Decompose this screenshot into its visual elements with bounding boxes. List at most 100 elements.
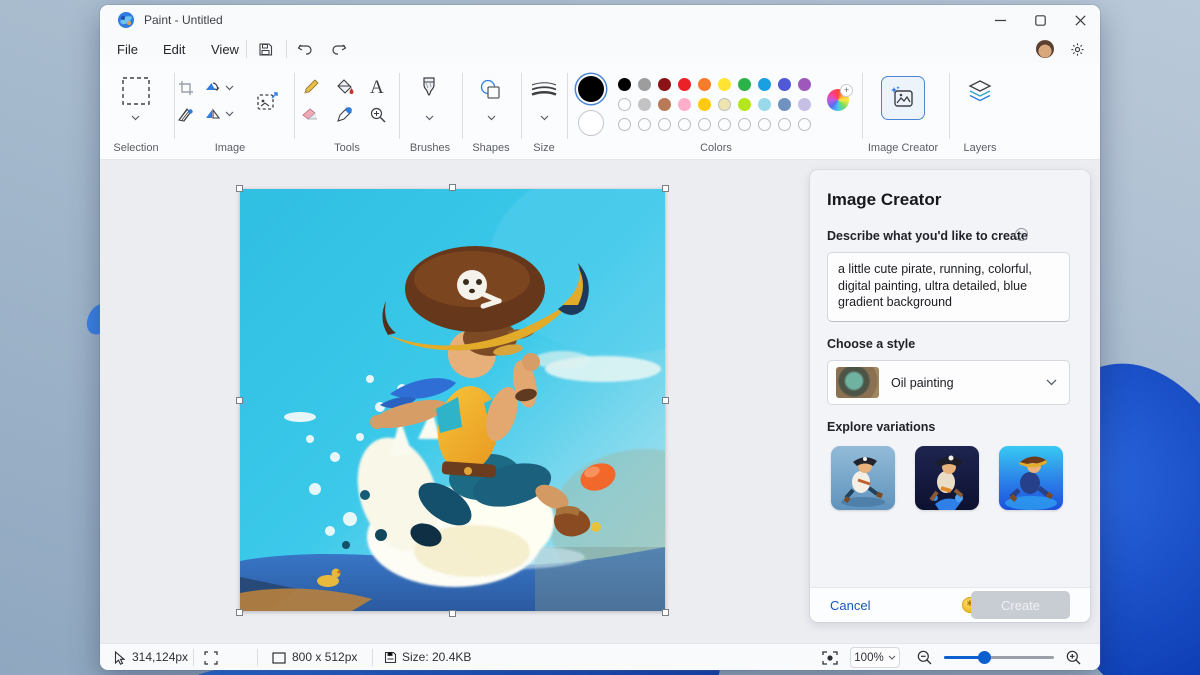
group-label-brushes: Brushes xyxy=(409,142,451,154)
zoom-level-dropdown[interactable]: 100% xyxy=(850,647,900,668)
color-swatch[interactable] xyxy=(678,98,691,111)
color-swatch[interactable] xyxy=(638,78,651,91)
color-swatch-empty[interactable] xyxy=(698,118,711,131)
selection-handle[interactable] xyxy=(236,185,243,192)
selection-handle[interactable] xyxy=(662,397,669,404)
cancel-button[interactable]: Cancel xyxy=(830,598,870,613)
variation-thumbnail-1[interactable] xyxy=(831,446,895,510)
style-dropdown[interactable]: Oil painting xyxy=(827,360,1070,405)
zoom-level-value: 100% xyxy=(854,651,884,664)
image-creator-button[interactable] xyxy=(881,76,925,120)
zoom-out-icon[interactable] xyxy=(917,650,932,665)
color-swatch[interactable] xyxy=(758,98,771,111)
selection-handle[interactable] xyxy=(236,609,243,616)
prompt-input[interactable]: a little cute pirate, running, colorful,… xyxy=(827,252,1070,322)
color-swatch-empty[interactable] xyxy=(778,118,791,131)
color-swatch-empty[interactable] xyxy=(718,118,731,131)
color-swatch[interactable] xyxy=(618,78,631,91)
color-swatch[interactable] xyxy=(658,78,671,91)
color-swatch-empty[interactable] xyxy=(658,118,671,131)
color-swatch[interactable] xyxy=(778,78,791,91)
color-swatch[interactable] xyxy=(778,98,791,111)
color-swatch[interactable] xyxy=(738,78,751,91)
size-chevron[interactable] xyxy=(540,115,549,121)
rotate-icon[interactable] xyxy=(204,80,221,95)
color-swatch-empty[interactable] xyxy=(638,118,651,131)
image-creator-panel: Image Creator Describe what you'd like t… xyxy=(810,170,1090,622)
settings-gear-icon[interactable] xyxy=(1066,39,1088,59)
eyedropper-tool-icon[interactable] xyxy=(336,106,353,123)
rotate-chevron[interactable] xyxy=(225,85,234,91)
variation-thumbnail-3[interactable] xyxy=(999,446,1063,510)
fill-tool-icon[interactable] xyxy=(336,78,355,96)
menu-view[interactable]: View xyxy=(207,40,243,59)
edit-colors-wheel-icon[interactable] xyxy=(827,84,853,111)
zoom-slider[interactable] xyxy=(944,651,1054,664)
size-icon[interactable] xyxy=(531,81,557,99)
shapes-icon[interactable] xyxy=(479,79,503,101)
background-removal-icon[interactable] xyxy=(178,107,195,122)
selection-handle[interactable] xyxy=(236,397,243,404)
color-swatch-empty[interactable] xyxy=(678,118,691,131)
account-avatar[interactable] xyxy=(1036,40,1054,58)
create-button[interactable]: Create xyxy=(971,591,1070,619)
pirate-artwork xyxy=(240,164,750,611)
fit-to-screen-icon[interactable] xyxy=(822,651,838,665)
maximize-button[interactable] xyxy=(1020,5,1060,35)
color-swatch[interactable] xyxy=(798,98,811,111)
color-swatch-empty[interactable] xyxy=(618,118,631,131)
minimize-button[interactable] xyxy=(980,5,1020,35)
selection-handle[interactable] xyxy=(662,609,669,616)
text-tool-icon[interactable]: A xyxy=(370,77,384,99)
panel-footer: Cancel 24 Create xyxy=(810,587,1090,622)
selection-handle[interactable] xyxy=(662,185,669,192)
color-swatch[interactable] xyxy=(758,78,771,91)
color-swatch[interactable] xyxy=(798,78,811,91)
resize-icon[interactable] xyxy=(256,91,280,113)
magnifier-tool-icon[interactable] xyxy=(370,107,386,123)
menu-edit[interactable]: Edit xyxy=(159,40,189,59)
flip-chevron[interactable] xyxy=(225,111,234,117)
color-swatch[interactable] xyxy=(738,98,751,111)
style-label: Choose a style xyxy=(827,337,916,351)
zoom-in-icon[interactable] xyxy=(1066,650,1081,665)
color-swatch[interactable] xyxy=(638,98,651,111)
eraser-tool-icon[interactable] xyxy=(302,107,320,122)
prompt-label: Describe what you'd like to create xyxy=(827,229,1028,243)
brushes-icon[interactable] xyxy=(419,76,439,102)
save-icon[interactable] xyxy=(254,39,276,59)
selection-handle[interactable] xyxy=(449,610,456,617)
group-label-tools: Tools xyxy=(334,142,360,154)
close-button[interactable] xyxy=(1060,5,1100,35)
layers-icon[interactable] xyxy=(967,79,993,103)
pencil-tool-icon[interactable] xyxy=(302,78,320,96)
zoom-slider-thumb[interactable] xyxy=(978,651,991,664)
color-swatch-empty[interactable] xyxy=(738,118,751,131)
crop-icon[interactable] xyxy=(178,80,194,96)
flip-icon[interactable] xyxy=(204,107,221,121)
info-icon[interactable]: i xyxy=(1015,228,1028,241)
canvas[interactable] xyxy=(240,164,750,611)
undo-icon[interactable] xyxy=(294,39,316,59)
color-swatch-empty[interactable] xyxy=(798,118,811,131)
menubar: File Edit View xyxy=(100,35,1100,63)
color-swatch[interactable] xyxy=(718,98,731,111)
color-swatch[interactable] xyxy=(658,98,671,111)
selection-handle[interactable] xyxy=(449,184,456,191)
secondary-color-swatch[interactable] xyxy=(578,110,604,136)
cursor-position-icon xyxy=(114,651,125,665)
selection-dropdown-chevron[interactable] xyxy=(131,115,140,121)
color-swatch[interactable] xyxy=(618,98,631,111)
brushes-chevron[interactable] xyxy=(425,115,434,121)
color-swatch[interactable] xyxy=(718,78,731,91)
color-swatch-empty[interactable] xyxy=(758,118,771,131)
primary-color-swatch[interactable] xyxy=(578,76,604,102)
menu-file[interactable]: File xyxy=(113,40,142,59)
color-swatch[interactable] xyxy=(678,78,691,91)
selection-tool-button[interactable] xyxy=(120,75,152,107)
color-swatch[interactable] xyxy=(698,98,711,111)
shapes-chevron[interactable] xyxy=(487,115,496,121)
color-swatch[interactable] xyxy=(698,78,711,91)
variation-thumbnail-2[interactable] xyxy=(915,446,979,510)
redo-icon[interactable] xyxy=(328,39,350,59)
